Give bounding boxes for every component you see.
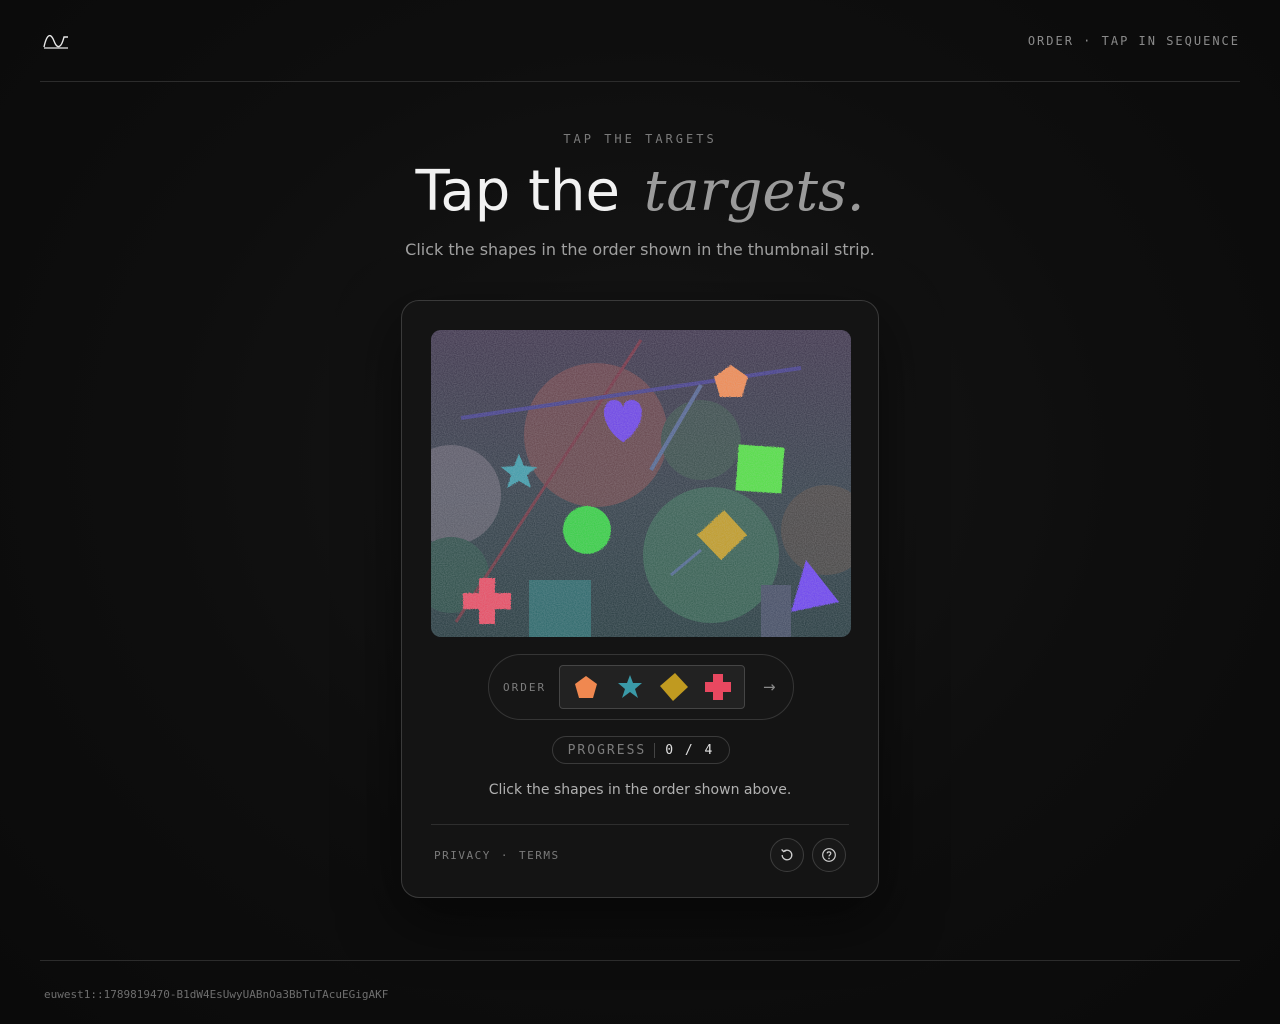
challenge-card: ORDER → PROGRESS 0 / 4 Click the shapes … <box>401 300 879 898</box>
hero: TAP THE TARGETS Tap the targets. Click t… <box>0 132 1280 259</box>
grain-overlay <box>431 330 851 637</box>
terms-link[interactable]: TERMS <box>519 849 560 862</box>
help-icon <box>822 848 836 862</box>
page-title: Tap the targets. <box>0 160 1280 224</box>
order-thumbnails <box>559 665 745 709</box>
thumb-diamond[interactable] <box>657 670 691 704</box>
wave-logo-icon <box>43 34 68 49</box>
session-id: euwest1::1789819470-B1dW4EsUwyUABnOa3BbT… <box>44 988 389 1001</box>
footer-divider <box>40 960 1240 961</box>
title-emphasis: targets. <box>643 159 865 224</box>
progress-indicator: PROGRESS 0 / 4 <box>552 736 730 764</box>
reload-button[interactable] <box>770 838 804 872</box>
card-divider <box>431 824 849 825</box>
privacy-link[interactable]: PRIVACY <box>434 849 491 862</box>
progress-label: PROGRESS <box>568 742 656 758</box>
eyebrow: TAP THE TARGETS <box>563 132 717 146</box>
reload-icon <box>781 848 793 861</box>
thumb-cross[interactable] <box>701 670 735 704</box>
order-label: ORDER <box>503 680 547 694</box>
instruction-text: Click the shapes in the order shown abov… <box>488 782 792 798</box>
link-separator: · <box>500 849 509 862</box>
order-strip: ORDER → <box>488 654 794 720</box>
subtitle: Click the shapes in the order shown in t… <box>405 240 875 259</box>
mode-label: ORDER · TAP IN SEQUENCE <box>1027 33 1240 48</box>
title-main: Tap the <box>415 159 620 224</box>
top-bar: ORDER · TAP IN SEQUENCE <box>40 0 1240 82</box>
thumb-star[interactable] <box>613 670 647 704</box>
legal-links: PRIVACY · TERMS <box>434 849 560 862</box>
progress-value: 0 / 4 <box>665 742 715 758</box>
next-arrow-icon[interactable]: → <box>763 678 776 696</box>
help-button[interactable] <box>812 838 846 872</box>
thumb-pentagon[interactable] <box>569 670 603 704</box>
challenge-canvas[interactable] <box>431 330 851 637</box>
